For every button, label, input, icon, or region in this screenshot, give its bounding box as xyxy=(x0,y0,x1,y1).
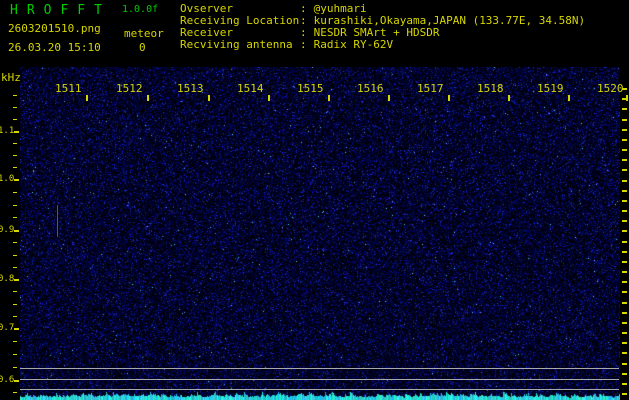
time-tick-label: 1516 xyxy=(357,82,384,95)
right-freq-tick xyxy=(622,291,627,293)
freq-tick-label: 0.7 xyxy=(0,323,15,333)
right-freq-tick xyxy=(622,200,627,202)
right-freq-tick xyxy=(622,352,627,354)
freq-minor-tick xyxy=(13,119,17,120)
carrier-gridline xyxy=(20,368,619,369)
freq-minor-tick xyxy=(13,367,17,368)
time-tick-label: 1518 xyxy=(477,82,504,95)
carrier-gridline xyxy=(20,389,619,390)
freq-tick-label: 0.9 xyxy=(0,225,15,235)
datetime-label: 26.03.20 15:10 xyxy=(8,41,101,54)
time-minute-tick xyxy=(86,95,88,101)
freq-minor-tick xyxy=(13,242,17,243)
right-freq-tick xyxy=(622,322,627,324)
right-freq-tick xyxy=(622,119,627,121)
freq-minor-tick xyxy=(13,205,17,206)
right-freq-tick xyxy=(622,302,627,304)
right-freq-tick xyxy=(622,149,627,151)
time-minute-tick xyxy=(388,95,390,101)
info-row: Recviving antenna: Radix RY-62V xyxy=(180,39,585,51)
right-freq-tick xyxy=(622,159,627,161)
info-value: Radix RY-62V xyxy=(313,38,394,51)
freq-unit-label: kHz xyxy=(1,71,21,84)
info-label: Recviving antenna xyxy=(180,38,293,51)
carrier-gridline xyxy=(20,379,619,380)
right-freq-tick xyxy=(622,210,627,212)
right-freq-tick xyxy=(622,383,627,385)
freq-minor-tick xyxy=(13,304,17,305)
right-freq-tick xyxy=(622,190,627,192)
right-freq-tick xyxy=(622,220,627,222)
freq-tick-label: 0.8 xyxy=(0,274,15,284)
right-freq-tick xyxy=(622,342,627,344)
freq-tick-label: 1.0 xyxy=(0,174,15,184)
time-tick-label: 1520 xyxy=(597,82,624,95)
right-freq-tick xyxy=(622,393,627,395)
time-tick-label: 1515 xyxy=(297,82,324,95)
freq-tick-label: 1.1 xyxy=(0,126,15,136)
time-minute-tick xyxy=(208,95,210,101)
right-freq-tick xyxy=(622,230,627,232)
time-minute-tick xyxy=(147,95,149,101)
right-freq-tick xyxy=(622,281,627,283)
time-minute-tick xyxy=(328,95,330,101)
right-freq-tick xyxy=(622,129,627,131)
freq-major-tick xyxy=(14,279,19,281)
spectrogram-canvas xyxy=(20,67,620,400)
app-title: HROFFT xyxy=(10,3,111,18)
freq-tick-label: 0.6 xyxy=(0,375,15,385)
freq-minor-tick xyxy=(13,291,17,292)
right-freq-tick xyxy=(622,271,627,273)
time-tick-label: 1517 xyxy=(417,82,444,95)
freq-minor-tick xyxy=(13,255,17,256)
time-minute-tick xyxy=(568,95,570,101)
freq-minor-tick xyxy=(13,167,17,168)
time-tick-label: 1511 xyxy=(55,82,82,95)
meteor-label: meteor xyxy=(124,27,164,40)
freq-major-tick xyxy=(14,328,19,330)
freq-major-tick xyxy=(14,380,19,382)
freq-minor-tick xyxy=(13,267,17,268)
right-freq-tick xyxy=(622,108,627,110)
freq-minor-tick xyxy=(13,341,17,342)
freq-minor-tick xyxy=(13,316,17,317)
time-tick-label: 1519 xyxy=(537,82,564,95)
freq-major-tick xyxy=(14,131,19,133)
right-freq-tick xyxy=(622,363,627,365)
time-minute-tick xyxy=(448,95,450,101)
right-freq-tick xyxy=(622,251,627,253)
time-tick-label: 1514 xyxy=(237,82,264,95)
right-freq-tick xyxy=(622,261,627,263)
time-minute-tick xyxy=(268,95,270,101)
freq-minor-tick xyxy=(13,354,17,355)
freq-minor-tick xyxy=(13,392,17,393)
right-freq-tick xyxy=(622,139,627,141)
time-minute-tick xyxy=(508,95,510,101)
carrier-artifact xyxy=(57,205,58,237)
app-version: 1.0.0f xyxy=(122,4,159,15)
freq-minor-tick xyxy=(13,143,17,144)
freq-minor-tick xyxy=(13,107,17,108)
right-freq-tick xyxy=(622,312,627,314)
freq-major-tick xyxy=(14,179,19,181)
time-tick-label: 1512 xyxy=(116,82,143,95)
right-freq-tick xyxy=(622,88,627,90)
freq-major-tick xyxy=(14,230,19,232)
meteor-count: 0 xyxy=(139,41,146,54)
freq-minor-tick xyxy=(13,217,17,218)
right-freq-tick xyxy=(622,180,627,182)
right-freq-tick xyxy=(622,98,627,100)
right-freq-tick xyxy=(622,169,627,171)
info-separator: : xyxy=(300,38,307,51)
station-info: Ovserver: @yuhmari Receiving Location: kura… xyxy=(180,3,585,51)
right-freq-tick xyxy=(622,332,627,334)
output-filename: 2603201510.png xyxy=(8,22,101,35)
right-freq-tick xyxy=(622,373,627,375)
freq-minor-tick xyxy=(13,95,17,96)
freq-minor-tick xyxy=(13,155,17,156)
freq-minor-tick xyxy=(13,192,17,193)
hrofft-window: HROFFT 1.0.0f 2603201510.png meteor 26.0… xyxy=(0,0,629,400)
right-freq-tick xyxy=(622,241,627,243)
time-tick-label: 1513 xyxy=(177,82,204,95)
